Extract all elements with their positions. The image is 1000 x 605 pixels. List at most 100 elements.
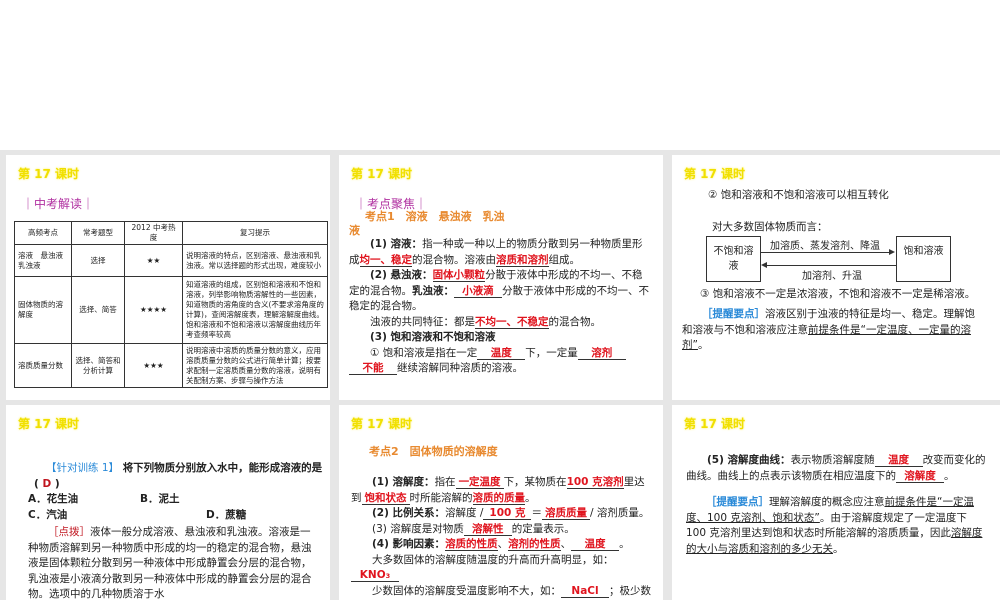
option-a[interactable]: A．花生油 — [28, 492, 78, 508]
slide-6[interactable]: 第 17 课时 (5) 溶解度曲线：表示物质溶解度随 温度 改变而变化的曲线。曲线上… — [672, 405, 1000, 605]
paragraph: (3) 饱和溶液和不饱和溶液 — [349, 330, 649, 346]
text: ＝ — [531, 507, 542, 519]
paragraph: (2) 比例关系：溶解度 /100 克＝溶质质量 / 溶剂质量。 — [351, 506, 651, 522]
paragraph: (3) 溶解度是对物质 溶解性 的定量表示。 — [351, 522, 651, 538]
answer-blank: 小液滴 — [454, 285, 502, 298]
term-label: (2) 比例关系： — [372, 507, 446, 519]
answer-blank: 溶剂的性质 — [508, 538, 561, 551]
text: 下，一定量 — [525, 346, 578, 359]
arrow-top-label: 加溶质、蒸发溶剂、降温 — [770, 241, 880, 252]
answer-blank: 温度 — [571, 538, 620, 551]
answer: D — [42, 477, 52, 490]
answer-blank: 溶质质量 — [541, 507, 590, 520]
text: 、 — [560, 538, 572, 550]
cell: ★★ — [124, 244, 183, 277]
arrowhead-icon — [889, 249, 895, 255]
text: 。 — [525, 491, 536, 504]
paragraph: (5) 溶解度曲线：表示物质溶解度随 温度 改变而变化的曲线。曲线上的点表示该物质在… — [686, 453, 986, 484]
text: / 溶剂质量。 — [589, 507, 650, 519]
text: 表示物质溶解度随 — [790, 454, 875, 466]
tip-end: 。 — [697, 339, 709, 351]
paragraph: 对大多数固体物质而言： — [712, 221, 828, 233]
slide-title: 第 17 课时 — [684, 167, 746, 181]
paren: ) — [54, 477, 60, 490]
arrowhead-icon — [761, 262, 767, 268]
topic-heading: 考点1 溶液 悬浊液 乳浊液 — [349, 210, 505, 237]
answer-blank: 溶解性 — [463, 523, 512, 536]
paragraph: 浊液的共同特征：都是不均一、不稳定的混合物。 — [349, 315, 649, 331]
text: 下，某物质在 — [503, 476, 567, 488]
cell: 溶质质量分数 — [14, 343, 72, 388]
cell: ★★★ — [124, 343, 183, 388]
term-label: (5) 溶解度曲线： — [707, 454, 791, 466]
text: 浊液的共同特征：都是 — [370, 315, 475, 328]
paragraph: (4) 影响因素：溶质的性质、溶剂的性质、 温度。 — [351, 537, 651, 553]
text: 的定量表示。 — [511, 522, 575, 535]
content: (1) 溶液：指一种或一种以上的物质分散到另一种物质里形成均一、稳定的混合物。溶… — [349, 237, 649, 377]
arrow-left-icon — [764, 265, 896, 266]
option-d[interactable]: D．蔗糖 — [206, 508, 246, 524]
text: 继续溶解同种溶质的溶液。 — [397, 362, 523, 374]
answer-blank: 不均一、不稳定 — [475, 315, 549, 329]
text: (3) 溶解度是对物质 — [372, 522, 464, 535]
cell: 选择、简答 — [71, 276, 125, 344]
text: 。 — [944, 469, 955, 482]
table-row: 溶液 悬浊液乳浊液 选择 ★★ 说明溶液的特点，区别溶液、悬浊液和乳浊液。常以选… — [14, 244, 328, 277]
saturated-box: 饱和溶液 — [896, 236, 951, 282]
slide-1[interactable]: 第 17 课时 ｜中考解读｜ 高频考点 常考题型 2012 中考热度 复习提示 … — [6, 155, 330, 400]
slide-4[interactable]: 第 17 课时 【针对训练 1】 将下列物质分别放入水中，能形成溶液的是( D … — [6, 405, 330, 605]
answer-blank: 溶质的质量 — [472, 491, 525, 505]
text: 。 — [619, 538, 630, 550]
cell: 说明溶液中溶质的质量分数的意义，应用溶质质量分数的公式进行简单计算；按要求配制一… — [182, 343, 328, 388]
answer-blank: 固体小颗粒 — [432, 269, 486, 282]
tip-label: ［提醒要点］ — [706, 496, 769, 508]
train-label: 【针对训练 1】 — [46, 462, 120, 474]
header-cell: 高频考点 — [14, 221, 72, 245]
answer-blank: 均一、稳定 — [359, 253, 412, 267]
arrow-right-icon — [761, 252, 893, 253]
question: 【针对训练 1】 将下列物质分别放入水中，能形成溶液的是( D ) — [34, 461, 324, 492]
text: 的混合物。 — [548, 315, 602, 328]
answer-blank: 100 克 — [483, 507, 532, 520]
cell: 说明溶液的特点，区别溶液、悬浊液和乳浊液。常以选择题的形式出现，难度较小 — [182, 244, 328, 277]
table-row: 溶质质量分数 选择、简答和分析计算 ★★★ 说明溶液中溶质的质量分数的意义，应用… — [14, 343, 328, 388]
slide-3[interactable]: 第 17 课时 ② 饱和溶液和不饱和溶液可以相互转化 对大多数固体物质而言： 不… — [672, 155, 1000, 400]
slide-title: 第 17 课时 — [18, 167, 80, 181]
slide-title: 第 17 课时 — [684, 417, 746, 431]
unsaturated-box: 不饱和溶 液 — [706, 236, 764, 282]
text: 、 — [497, 538, 509, 550]
text: 时所能溶解的 — [409, 491, 473, 504]
answer-blank: 不能 — [349, 362, 397, 375]
slide-title: 第 17 课时 — [351, 167, 413, 181]
cell: 选择、简答和分析计算 — [71, 343, 125, 388]
paragraph: (1) 溶液：指一种或一种以上的物质分散到另一种物质里形成均一、稳定的混合物。溶… — [349, 237, 649, 268]
term-label: (4) 影响因素： — [372, 538, 446, 550]
option-c[interactable]: C．汽油 — [28, 508, 67, 524]
header-cell: 2012 中考热度 — [124, 221, 183, 245]
answer-blank: 一定温度 — [455, 476, 504, 489]
answer-blank: 溶质和溶剂 — [496, 253, 549, 267]
paragraph: ① 饱和溶液是指在一定 温度 下，一定量 溶剂不能 继续溶解同种溶质的溶液。 — [349, 346, 649, 377]
answer-blank: 温度 — [874, 454, 923, 467]
term-label: 乳浊液： — [412, 284, 454, 297]
slide-title: 第 17 课时 — [351, 417, 413, 431]
tip-text: 理解溶解度的概念应注意 — [769, 496, 885, 508]
paragraph: ③ 饱和溶液不一定是浓溶液，不饱和溶液不一定是稀溶液。 — [700, 288, 976, 300]
answer-blank: 溶质的性质 — [445, 538, 498, 551]
paragraph: ② 饱和溶液和不饱和溶液可以相互转化 — [708, 189, 889, 201]
answer-blank: 饱和状态 — [361, 492, 410, 505]
tip-end: 。 — [833, 542, 844, 555]
section-heading: ｜中考解读｜ — [22, 197, 95, 211]
term-label: (1) 溶液： — [370, 238, 423, 250]
slide-2[interactable]: 第 17 课时 ｜考点聚焦｜ 考点1 溶液 悬浊液 乳浊液 (1) 溶液：指一种… — [339, 155, 663, 400]
answer-blank: KNO₃ — [351, 569, 399, 582]
tip: ［提醒要点］理解溶解度的概念应注意前提条件是“一定温度、100 克溶剂、饱和状态… — [686, 495, 986, 557]
cell: 知道溶液的组成，区别饱和溶液和不饱和溶液，列举影响物质溶解性的一些因素，知道物质… — [182, 276, 328, 344]
option-b[interactable]: B．泥土 — [140, 492, 180, 508]
answer-blank: 100 克溶剂 — [566, 476, 624, 489]
slide-5[interactable]: 第 17 课时 考点2 固体物质的溶解度 (1) 溶解度：指在 一定温度 下，某物质… — [339, 405, 663, 605]
answer-blank: 溶剂 — [577, 347, 626, 360]
answer-blank: NaCl — [561, 585, 609, 598]
table-header-row: 高频考点 常考题型 2012 中考热度 复习提示 — [14, 221, 328, 245]
text: 组成。 — [548, 253, 581, 266]
